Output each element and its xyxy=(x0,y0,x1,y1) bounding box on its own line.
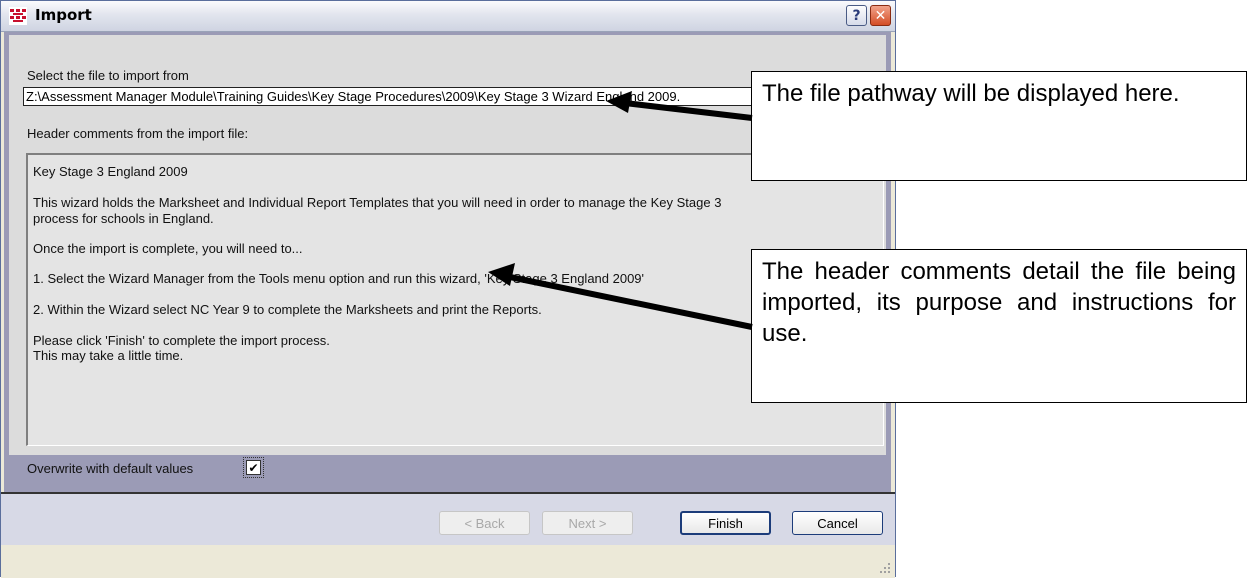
window-title: Import xyxy=(35,6,92,24)
overwrite-label: Overwrite with default values xyxy=(27,461,194,476)
back-button[interactable]: < Back xyxy=(439,511,530,535)
checkbox-check-icon: ✔ xyxy=(248,460,259,475)
comment-line: 2. Within the Wizard select NC Year 9 to… xyxy=(33,302,542,317)
help-icon: ? xyxy=(852,7,861,24)
file-path-field[interactable]: Z:\Assessment Manager Module\Training Gu… xyxy=(23,87,783,106)
comment-line: This wizard holds the Marksheet and Indi… xyxy=(33,195,722,210)
cancel-button[interactable]: Cancel xyxy=(792,511,883,535)
comment-line: process for schools in England. xyxy=(33,211,214,226)
select-file-label: Select the file to import from xyxy=(27,68,189,83)
header-comments-label: Header comments from the import file: xyxy=(27,126,249,141)
comment-line: Please click 'Finish' to complete the im… xyxy=(33,333,330,348)
status-bar xyxy=(1,546,895,578)
app-icon xyxy=(9,7,27,25)
finish-button[interactable]: Finish xyxy=(680,511,771,535)
comment-line: Key Stage 3 England 2009 xyxy=(33,164,188,179)
next-button[interactable]: Next > xyxy=(542,511,633,535)
close-button[interactable]: ✕ xyxy=(870,5,891,26)
comment-line: This may take a little time. xyxy=(33,348,184,363)
header-comments-callout: The header comments detail the file bein… xyxy=(751,249,1247,403)
help-button[interactable]: ? xyxy=(846,5,867,26)
close-icon: ✕ xyxy=(874,7,887,24)
resize-grip-icon[interactable] xyxy=(879,562,891,574)
comment-line: 1. Select the Wizard Manager from the To… xyxy=(33,271,645,286)
title-bar[interactable]: Import ? ✕ xyxy=(1,1,895,32)
overwrite-checkbox[interactable]: ✔ xyxy=(243,457,264,478)
pathway-callout: The file pathway will be displayed here. xyxy=(751,71,1247,181)
comment-line: Once the import is complete, you will ne… xyxy=(33,241,303,256)
button-bar: < Back Next > Finish Cancel xyxy=(1,492,895,545)
